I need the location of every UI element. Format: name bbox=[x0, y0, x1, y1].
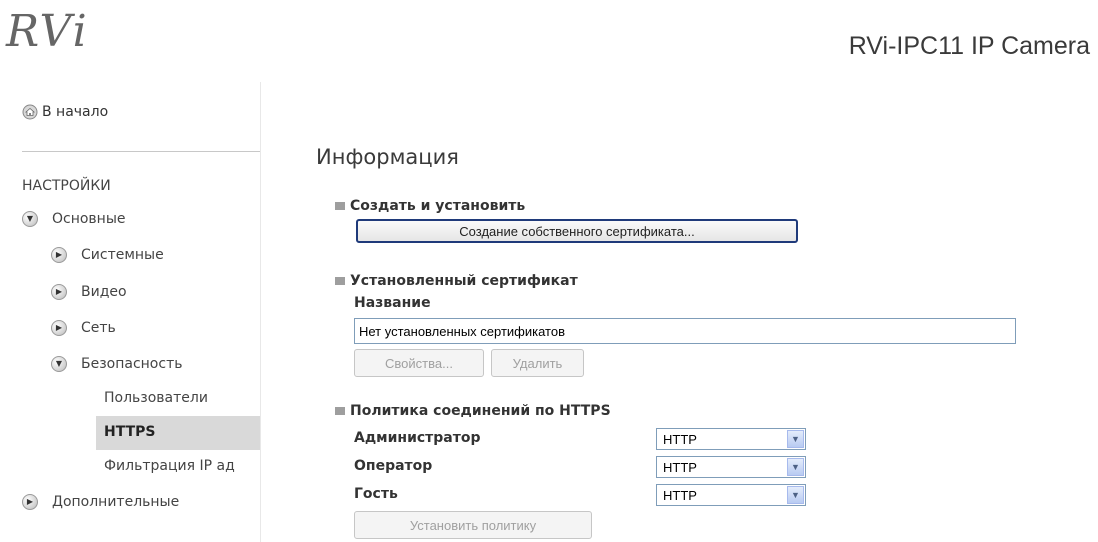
sidebar-item-ip-filter[interactable]: Фильтрация IP ад bbox=[104, 458, 260, 474]
policy-section-title: Политика соединений по HTTPS bbox=[335, 403, 611, 419]
sidebar-item-network[interactable]: ▶ Сеть bbox=[51, 320, 116, 336]
create-certificate-button[interactable]: Создание собственного сертификата... bbox=[356, 219, 798, 243]
sidebar-item-label: Системные bbox=[81, 247, 164, 263]
apply-policy-button[interactable]: Установить политику bbox=[354, 511, 592, 539]
section-bullet-icon bbox=[335, 277, 345, 285]
admin-policy-select[interactable]: HTTP ▼ bbox=[656, 428, 806, 450]
home-label: В начало bbox=[42, 104, 109, 120]
page-title: Информация bbox=[316, 145, 459, 169]
dropdown-arrow-icon[interactable]: ▼ bbox=[787, 486, 804, 504]
chevron-down-icon: ▼ bbox=[51, 356, 67, 372]
properties-button[interactable]: Свойства... bbox=[354, 349, 484, 377]
create-section-title: Создать и установить bbox=[335, 198, 525, 214]
sidebar-item-https[interactable]: HTTPS bbox=[104, 424, 155, 440]
sidebar-item-label: Основные bbox=[52, 211, 126, 227]
chevron-right-icon: ▶ bbox=[51, 284, 67, 300]
chevron-right-icon: ▶ bbox=[51, 247, 67, 263]
delete-button[interactable]: Удалить bbox=[491, 349, 584, 377]
section-bullet-icon bbox=[335, 407, 345, 415]
dropdown-arrow-icon[interactable]: ▼ bbox=[787, 430, 804, 448]
section-title-text: Установленный сертификат bbox=[350, 273, 578, 289]
chevron-right-icon: ▶ bbox=[22, 494, 38, 510]
operator-policy-select[interactable]: HTTP ▼ bbox=[656, 456, 806, 478]
guest-policy-select[interactable]: HTTP ▼ bbox=[656, 484, 806, 506]
sidebar-item-label: Видео bbox=[81, 284, 127, 300]
sidebar-divider bbox=[22, 151, 260, 152]
sidebar-item-label: Дополнительные bbox=[52, 494, 180, 510]
chevron-down-icon: ▼ bbox=[22, 211, 38, 227]
section-title-text: Политика соединений по HTTPS bbox=[350, 403, 611, 419]
logo: RVi bbox=[6, 6, 89, 57]
sidebar-item-advanced[interactable]: ▶ Дополнительные bbox=[22, 494, 179, 510]
sidebar-item-label: Безопасность bbox=[81, 356, 183, 372]
chevron-right-icon: ▶ bbox=[51, 320, 67, 336]
select-value: HTTP bbox=[663, 488, 697, 503]
select-value: HTTP bbox=[663, 432, 697, 447]
sidebar-item-users[interactable]: Пользователи bbox=[104, 390, 208, 406]
operator-label: Оператор bbox=[354, 458, 433, 474]
settings-heading: НАСТРОЙКИ bbox=[22, 178, 111, 194]
sidebar-item-system[interactable]: ▶ Системные bbox=[51, 247, 164, 263]
sidebar-item-video[interactable]: ▶ Видео bbox=[51, 284, 127, 300]
certificate-name-field[interactable]: Нет установленных сертификатов bbox=[354, 318, 1016, 344]
select-value: HTTP bbox=[663, 460, 697, 475]
home-link[interactable]: В начало bbox=[22, 104, 108, 120]
dropdown-arrow-icon[interactable]: ▼ bbox=[787, 458, 804, 476]
sidebar-item-basic[interactable]: ▼ Основные bbox=[22, 211, 126, 227]
sidebar-item-label: Сеть bbox=[81, 320, 116, 336]
section-title-text: Создать и установить bbox=[350, 198, 526, 214]
guest-label: Гость bbox=[354, 486, 398, 502]
home-icon bbox=[22, 104, 38, 120]
header: RVi RVi-IPC11 IP Camera bbox=[0, 0, 1098, 82]
sidebar-item-security[interactable]: ▼ Безопасность bbox=[51, 356, 182, 372]
installed-section-title: Установленный сертификат bbox=[335, 273, 578, 289]
camera-title: RVi-IPC11 IP Camera bbox=[848, 32, 1090, 60]
name-label: Название bbox=[354, 295, 431, 311]
admin-label: Администратор bbox=[354, 430, 481, 446]
section-bullet-icon bbox=[335, 202, 345, 210]
